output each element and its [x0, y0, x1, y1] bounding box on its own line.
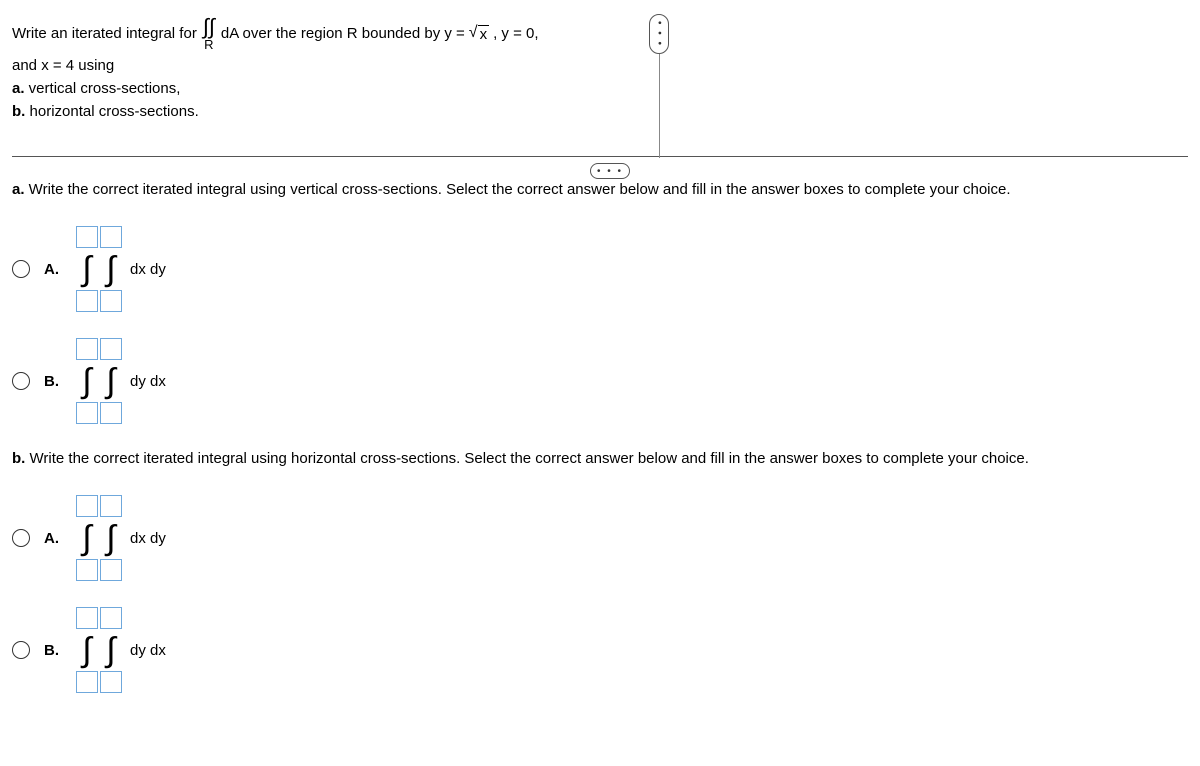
inner-limits-b-a: ∫ — [100, 495, 122, 581]
answer-box-b-b-inner-upper[interactable] — [100, 607, 122, 629]
vertical-scroll-control[interactable]: • • • — [648, 14, 670, 158]
part-a-choice-a: A. ∫ ∫ dx dy — [12, 226, 1188, 312]
part-b-label: b. — [12, 103, 25, 120]
part-b-bold: b. — [12, 450, 25, 467]
inner-limits-a-b: ∫ — [100, 338, 122, 424]
radio-b-a[interactable] — [12, 529, 30, 547]
integral-icon: ∫ — [80, 521, 93, 555]
integral-glyph: ∫∫ — [203, 16, 215, 38]
inner-limits-b-b: ∫ — [100, 607, 122, 693]
double-integral-symbol: ∫∫ R — [203, 16, 215, 51]
answer-box-a-b-inner-lower[interactable] — [100, 402, 122, 424]
integral-a-a: ∫ ∫ dx dy — [76, 226, 166, 312]
integral-icon: ∫ — [104, 633, 117, 667]
part-b-text: horizontal cross-sections. — [25, 103, 198, 120]
choice-label-a-b: B. — [44, 373, 62, 390]
integral-icon: ∫ — [104, 364, 117, 398]
integral-b-b: ∫ ∫ dy dx — [76, 607, 166, 693]
answer-box-a-b-outer-upper[interactable] — [76, 338, 98, 360]
inner-limits-a-a: ∫ — [100, 226, 122, 312]
radio-a-a[interactable] — [12, 260, 30, 278]
answer-box-a-a-inner-lower[interactable] — [100, 290, 122, 312]
answer-box-b-b-outer-upper[interactable] — [76, 607, 98, 629]
question-line-4: b. horizontal cross-sections. — [12, 103, 1188, 120]
answer-box-b-b-outer-lower[interactable] — [76, 671, 98, 693]
radio-a-b[interactable] — [12, 372, 30, 390]
q-text-suffix: , y = 0, — [493, 25, 538, 42]
radio-b-b[interactable] — [12, 641, 30, 659]
integral-icon: ∫ — [104, 521, 117, 555]
differential-b-a: dx dy — [130, 530, 166, 547]
part-b-choice-b: B. ∫ ∫ dy dx — [12, 607, 1188, 693]
differential-a-a: dx dy — [130, 261, 166, 278]
part-b-instruction-text: Write the correct iterated integral usin… — [25, 450, 1029, 467]
answer-box-a-a-outer-upper[interactable] — [76, 226, 98, 248]
part-b-choice-a: A. ∫ ∫ dx dy — [12, 495, 1188, 581]
outer-limits-b-a: ∫ — [76, 495, 98, 581]
integral-icon: ∫ — [80, 633, 93, 667]
scroll-thumb[interactable]: • • • — [649, 14, 669, 54]
question-line-1: Write an iterated integral for ∫∫ R dA o… — [12, 16, 1188, 51]
differential-b-b: dy dx — [130, 642, 166, 659]
differential-a-b: dy dx — [130, 373, 166, 390]
dots-icon: • • • — [654, 21, 665, 47]
radical-icon: √ — [469, 24, 478, 42]
part-a-text: vertical cross-sections, — [25, 80, 181, 97]
question-header: Write an iterated integral for ∫∫ R dA o… — [12, 16, 1188, 120]
answer-box-a-b-inner-upper[interactable] — [100, 338, 122, 360]
sqrt-expression: √ x — [469, 24, 489, 43]
answer-box-a-a-outer-lower[interactable] — [76, 290, 98, 312]
integral-icon: ∫ — [80, 364, 93, 398]
integral-a-b: ∫ ∫ dy dx — [76, 338, 166, 424]
question-line-3: a. vertical cross-sections, — [12, 80, 1188, 97]
answer-box-b-b-inner-lower[interactable] — [100, 671, 122, 693]
outer-limits-a-b: ∫ — [76, 338, 98, 424]
answer-box-a-a-inner-upper[interactable] — [100, 226, 122, 248]
integral-b-a: ∫ ∫ dx dy — [76, 495, 166, 581]
choice-label-b-b: B. — [44, 642, 62, 659]
part-a-label: a. — [12, 80, 25, 97]
part-a-choice-b: B. ∫ ∫ dy dx — [12, 338, 1188, 424]
part-b-instruction: b. Write the correct iterated integral u… — [12, 450, 1188, 467]
part-a-bold: a. — [12, 181, 25, 198]
sqrt-radicand: x — [478, 25, 490, 43]
answer-box-b-a-outer-upper[interactable] — [76, 495, 98, 517]
answer-box-b-a-inner-lower[interactable] — [100, 559, 122, 581]
integral-icon: ∫ — [104, 252, 117, 286]
scroll-track — [659, 54, 660, 158]
outer-limits-b-b: ∫ — [76, 607, 98, 693]
answer-box-b-a-outer-lower[interactable] — [76, 559, 98, 581]
q-text-prefix: Write an iterated integral for — [12, 25, 197, 42]
part-a-instruction: a. Write the correct iterated integral u… — [12, 181, 1188, 198]
integral-subscript: R — [204, 38, 213, 51]
more-button[interactable]: • • • — [590, 163, 630, 179]
q-text-after-integral: dA over the region R bounded by y = — [221, 25, 465, 42]
choice-label-a-a: A. — [44, 261, 62, 278]
choice-label-b-a: A. — [44, 530, 62, 547]
integral-icon: ∫ — [80, 252, 93, 286]
outer-limits-a-a: ∫ — [76, 226, 98, 312]
question-line-2: and x = 4 using — [12, 57, 1188, 74]
ellipsis-icon: • • • — [597, 166, 623, 177]
section-divider — [12, 156, 1188, 157]
part-a-instruction-text: Write the correct iterated integral usin… — [25, 181, 1011, 198]
answer-box-a-b-outer-lower[interactable] — [76, 402, 98, 424]
answer-box-b-a-inner-upper[interactable] — [100, 495, 122, 517]
